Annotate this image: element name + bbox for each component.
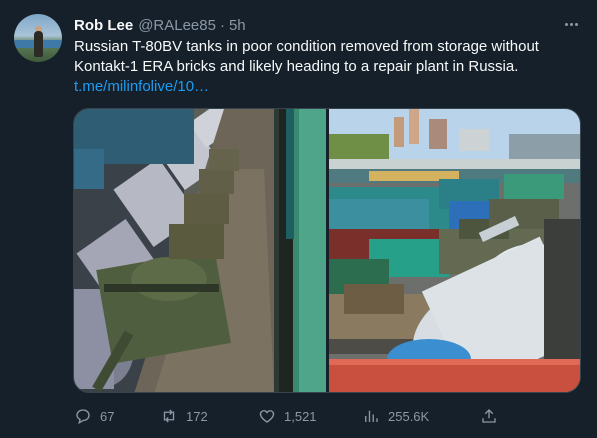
reply-count: 67 xyxy=(100,408,115,424)
like-button[interactable]: 1,521 xyxy=(258,402,317,430)
retweet-count: 172 xyxy=(186,408,208,424)
tweet[interactable]: Rob Lee @RALee85 · 5h Russian T-80BV tan… xyxy=(0,0,597,438)
action-bar: 67 172 1,521 255.6K xyxy=(74,402,504,430)
tweet-link[interactable]: t.me/milinfolive/10… xyxy=(74,77,209,97)
views-icon xyxy=(365,410,378,422)
avatar[interactable] xyxy=(14,14,62,62)
retweet-button[interactable]: 172 xyxy=(160,402,208,430)
timestamp[interactable]: 5h xyxy=(229,17,246,34)
share-icon xyxy=(482,409,496,423)
reply-icon xyxy=(76,409,90,425)
reply-button[interactable]: 67 xyxy=(74,402,114,430)
tweet-text: Russian T-80BV tanks in poor condition r… xyxy=(74,38,539,75)
photo-left[interactable] xyxy=(74,109,326,392)
author-handle[interactable]: @RALee85 xyxy=(138,17,216,34)
separator-dot: · xyxy=(219,16,225,34)
retweet-icon xyxy=(163,409,175,423)
tweet-header: Rob Lee @RALee85 · 5h xyxy=(74,15,246,35)
share-button[interactable] xyxy=(480,402,498,430)
more-icon[interactable] xyxy=(558,14,584,34)
views-button[interactable]: 255.6K xyxy=(362,402,429,430)
author-name[interactable]: Rob Lee xyxy=(74,17,133,34)
like-count: 1,521 xyxy=(284,408,317,424)
heart-icon xyxy=(259,410,275,423)
media-grid xyxy=(73,108,581,393)
views-count: 255.6K xyxy=(388,408,430,424)
photo-right[interactable] xyxy=(329,109,580,392)
